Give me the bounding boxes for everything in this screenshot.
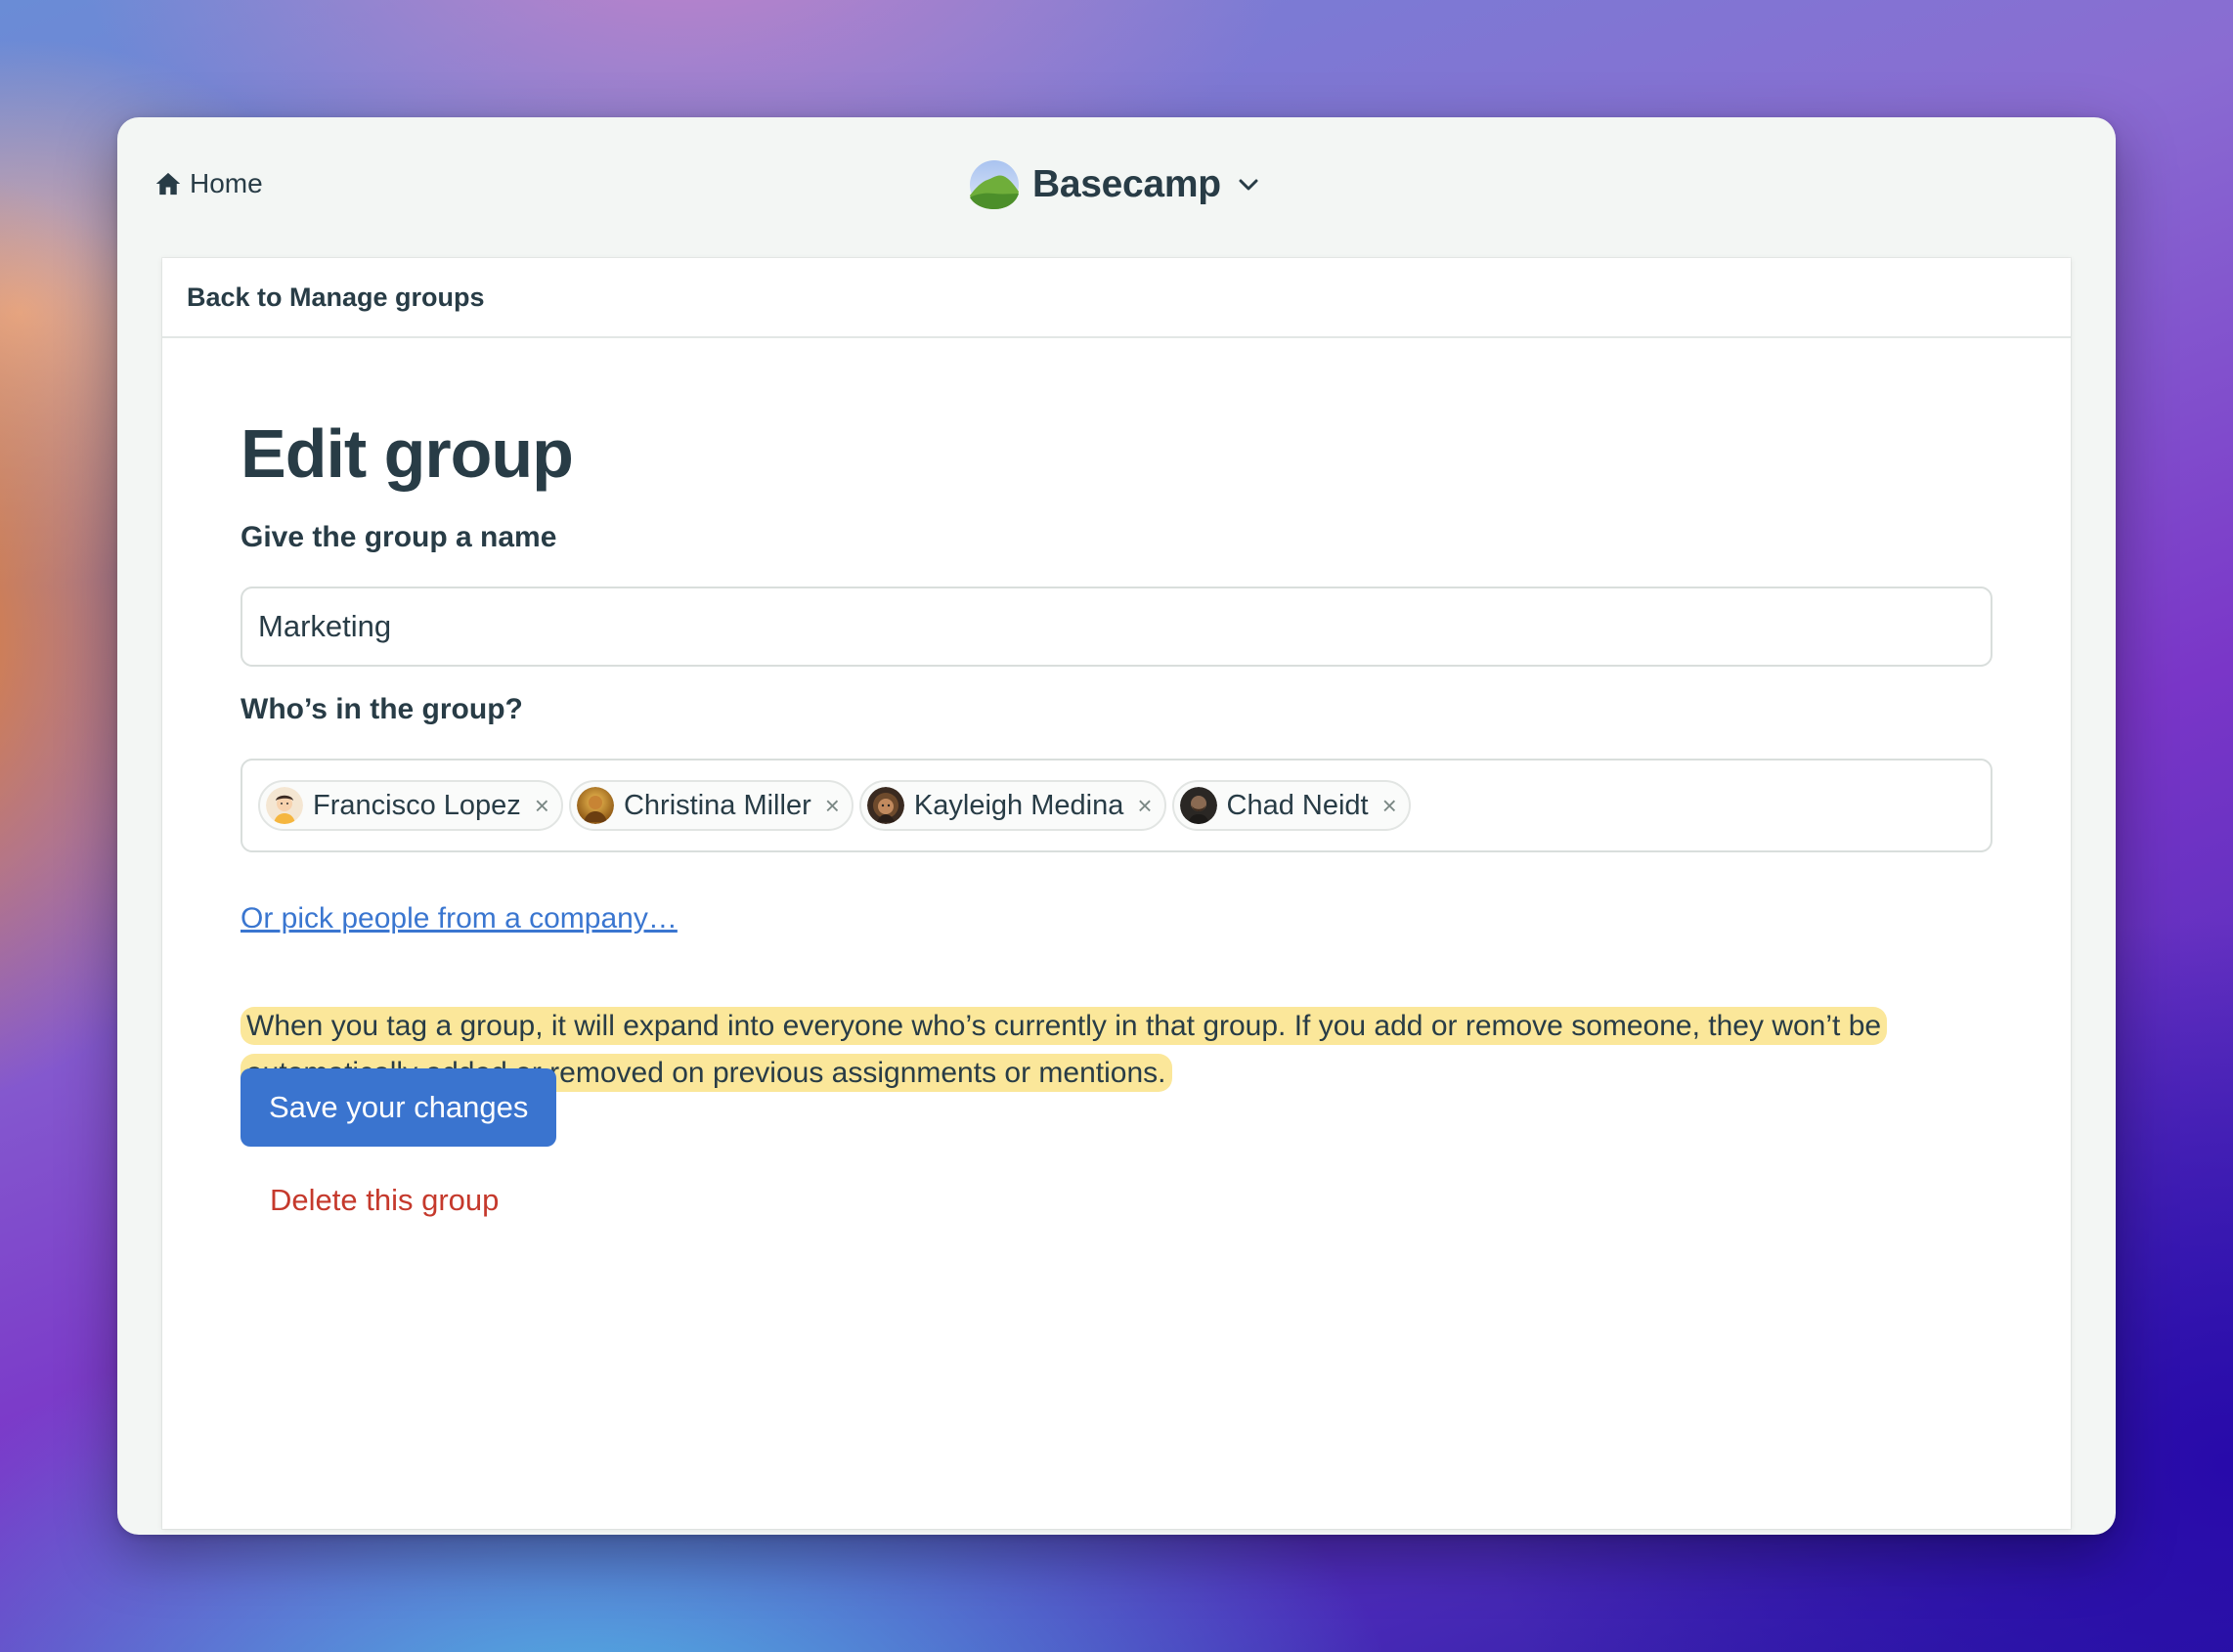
delete-group-link[interactable]: Delete this group (270, 1183, 499, 1218)
member-name: Christina Miller (623, 789, 811, 821)
back-to-manage-groups-link[interactable]: Back to Manage groups (187, 283, 485, 313)
cartoon-avatar-icon (266, 787, 303, 824)
member-name: Chad Neidt (1226, 789, 1369, 821)
basecamp-logo-icon (970, 160, 1019, 209)
pick-from-company-link[interactable]: Or pick people from a company… (241, 902, 678, 935)
top-bar: Home Basecamp (117, 117, 2116, 259)
home-link[interactable]: Home (154, 168, 263, 199)
breadcrumb: Back to Manage groups (162, 258, 2071, 338)
page-title: Edit group (241, 415, 574, 492)
chevron-down-icon (1239, 179, 1258, 191)
content-card: Back to Manage groups Edit group Give th… (162, 258, 2071, 1529)
photo-avatar-dark (1179, 787, 1217, 824)
group-members-label: Who’s in the group? (241, 693, 523, 725)
save-changes-button[interactable]: Save your changes (241, 1068, 557, 1147)
avatar (266, 787, 303, 824)
member-name: Kayleigh Medina (913, 789, 1124, 821)
photo-avatar-gold (576, 787, 614, 824)
remove-member-icon[interactable]: × (535, 793, 549, 818)
home-icon (155, 172, 181, 196)
avatar (1179, 787, 1217, 824)
member-chip: Kayleigh Medina × (858, 780, 1166, 831)
remove-member-icon[interactable]: × (1137, 793, 1152, 818)
remove-member-icon[interactable]: × (1382, 793, 1397, 818)
account-switcher[interactable]: Basecamp (966, 158, 1260, 211)
brand-name: Basecamp (1032, 163, 1221, 205)
member-name: Francisco Lopez (313, 789, 521, 821)
member-chip: Francisco Lopez × (258, 780, 563, 831)
group-members-input[interactable]: Francisco Lopez × Christina Miller × Kay… (241, 759, 1992, 852)
photo-avatar-curly (866, 787, 904, 824)
group-name-label: Give the group a name (241, 521, 557, 553)
remove-member-icon[interactable]: × (825, 793, 840, 818)
avatar (576, 787, 614, 824)
avatar (866, 787, 904, 824)
app-window: Home Basecamp Back to Manage groups Edit… (117, 117, 2116, 1535)
member-chip: Chad Neidt × (1171, 780, 1411, 831)
home-label: Home (190, 168, 263, 198)
group-name-input[interactable] (241, 587, 1992, 667)
member-chip: Christina Miller × (568, 780, 854, 831)
